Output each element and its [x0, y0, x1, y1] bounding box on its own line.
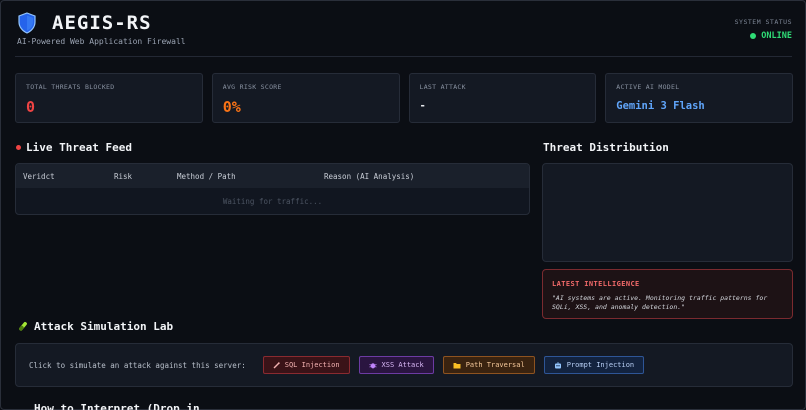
feed-empty-state: Waiting for traffic...: [222, 197, 323, 206]
stat-label: LAST ATTACK: [419, 83, 466, 91]
app-tagline: AI-Powered Web Application Firewall: [17, 37, 186, 46]
xss-attack-label: XSS Attack: [381, 361, 424, 369]
folder-icon: [453, 362, 461, 368]
stat-label: TOTAL THREATS BLOCKED: [26, 83, 115, 91]
column-header-method-path: Method / Path: [177, 171, 236, 181]
interpret-title-text: How to Interpret (Drop in: [34, 402, 200, 410]
app-title: AEGIS-RS: [52, 12, 152, 34]
prompt-injection-button[interactable]: Prompt Injection: [543, 356, 645, 374]
stat-card-ai-model: ACTIVE AI MODEL Gemini 3 Flash: [605, 73, 793, 123]
syringe-icon: [273, 361, 280, 368]
column-header-verdict: Veridct: [23, 171, 55, 181]
brand-row: AEGIS-RS: [17, 12, 792, 34]
threat-feed-table: Veridct Risk Method / Path Reason (AI An…: [15, 163, 530, 215]
header-divider: [15, 56, 792, 57]
path-traversal-label: Path Traversal: [465, 361, 525, 369]
live-feed-title: Live Threat Feed: [16, 141, 132, 154]
header: AEGIS-RS AI-Powered Web Application Fire…: [17, 12, 792, 56]
sql-injection-label: SQL Injection: [284, 361, 340, 369]
stat-value: -: [419, 100, 426, 112]
sql-injection-button[interactable]: SQL Injection: [262, 356, 350, 374]
system-status: SYSTEM STATUS ONLINE: [735, 18, 792, 41]
stat-label: ACTIVE AI MODEL: [616, 83, 680, 91]
distribution-title: Threat Distribution: [543, 141, 669, 154]
status-dot-icon: [750, 33, 757, 39]
bug-icon: [368, 362, 377, 368]
threat-distribution-chart: [542, 163, 793, 262]
table-header: Veridct Risk Method / Path Reason (AI An…: [16, 164, 529, 188]
stat-value: 0: [26, 98, 36, 116]
distribution-title-text: Threat Distribution: [543, 141, 669, 154]
xss-attack-button[interactable]: XSS Attack: [358, 356, 434, 374]
lab-title: Attack Simulation Lab: [17, 320, 173, 333]
interpret-section-title: How to Interpret (Drop in: [17, 402, 200, 410]
stat-card-avg-risk: AVG RISK SCORE 0%: [211, 73, 400, 123]
test-tube-icon: [19, 321, 27, 331]
lab-prompt: Click to simulate an attack against this…: [29, 360, 246, 370]
live-dot-icon: [16, 145, 21, 150]
status-value: ONLINE: [761, 31, 792, 41]
intel-title: LATEST INTELLIGENCE: [552, 280, 640, 288]
shield-icon: [18, 12, 36, 34]
path-traversal-button[interactable]: Path Traversal: [442, 356, 535, 374]
stats-row: TOTAL THREATS BLOCKED 0 AVG RISK SCORE 0…: [15, 73, 793, 123]
status-badge: ONLINE: [735, 31, 792, 41]
stat-value: 0%: [222, 98, 241, 116]
latest-intelligence-panel: LATEST INTELLIGENCE "AI systems are acti…: [542, 269, 793, 319]
stat-card-last-attack: LAST ATTACK -: [408, 73, 597, 123]
column-header-reason: Reason (AI Analysis): [324, 171, 415, 181]
lab-title-text: Attack Simulation Lab: [34, 320, 174, 333]
prompt-injection-label: Prompt Injection: [566, 361, 635, 369]
robot-icon: [554, 361, 561, 368]
stat-value: Gemini 3 Flash: [616, 100, 705, 112]
stat-label: AVG RISK SCORE: [222, 83, 282, 91]
intel-text: "AI systems are active. Monitoring traff…: [552, 294, 768, 311]
stat-card-threats-blocked: TOTAL THREATS BLOCKED 0: [15, 73, 203, 123]
status-label: SYSTEM STATUS: [734, 18, 792, 26]
live-feed-title-text: Live Threat Feed: [26, 141, 132, 154]
attack-lab-panel: Click to simulate an attack against this…: [15, 343, 793, 387]
column-header-risk: Risk: [114, 171, 133, 181]
